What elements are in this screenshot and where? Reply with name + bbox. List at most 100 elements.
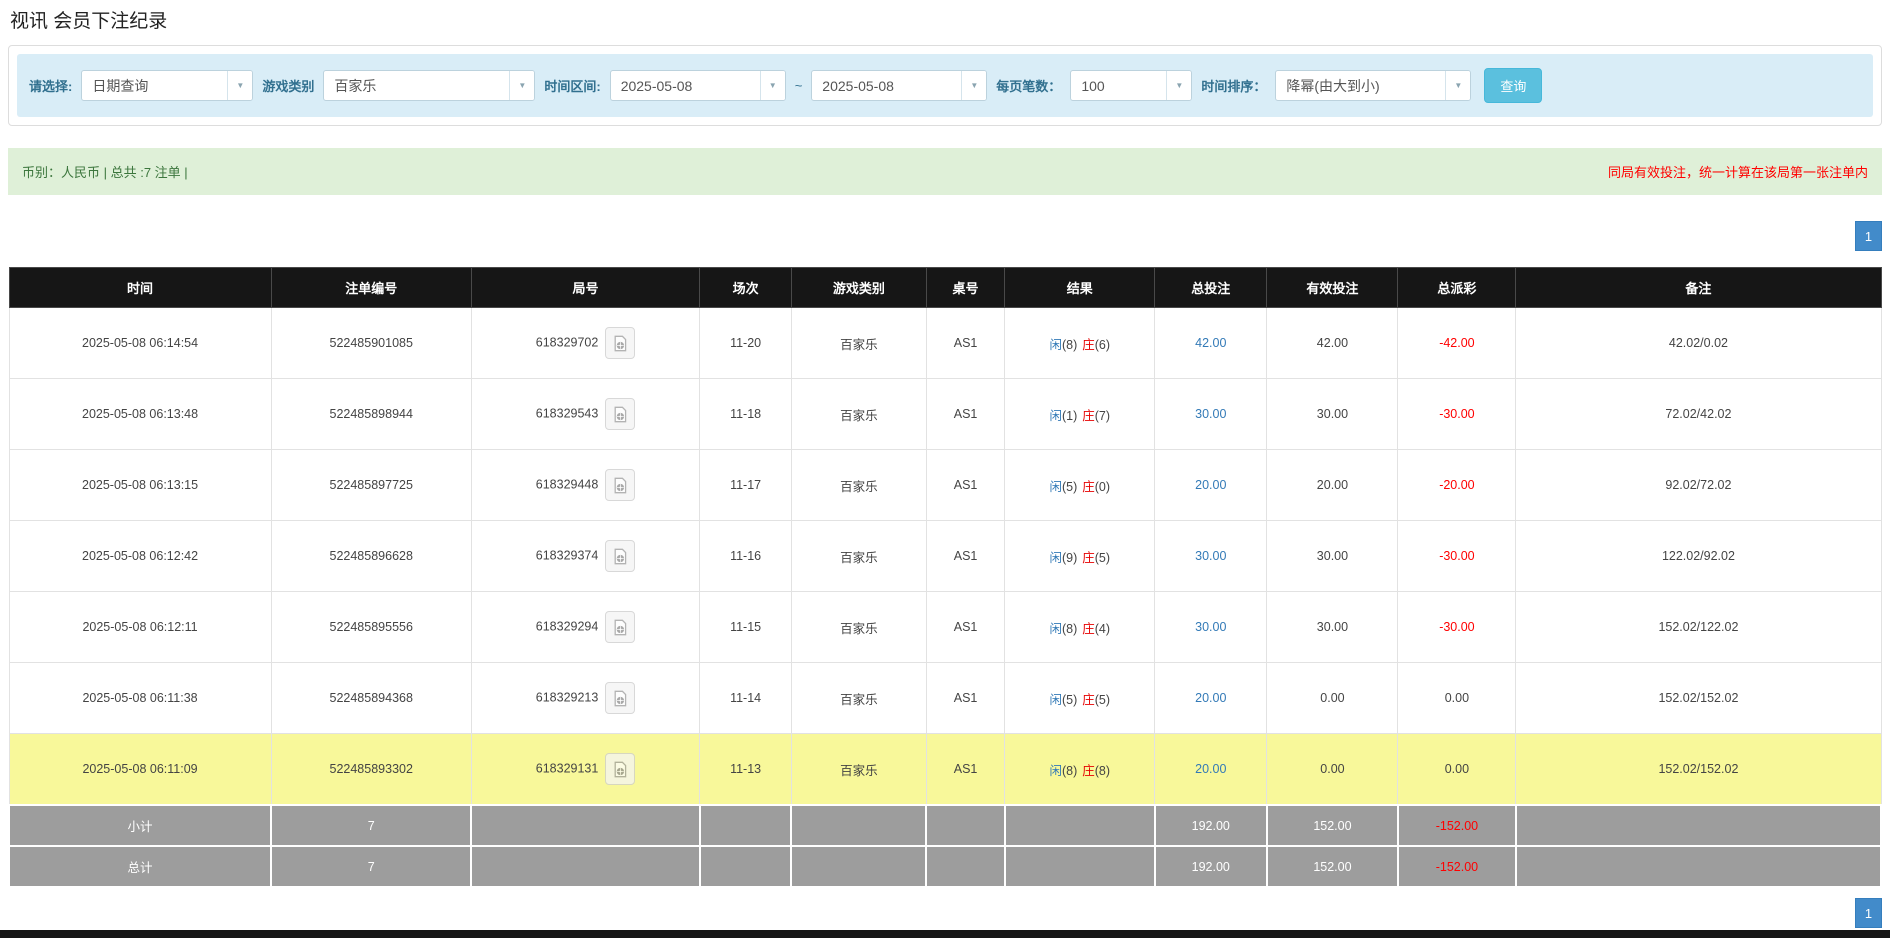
- video-replay-button[interactable]: [605, 469, 636, 501]
- video-replay-button[interactable]: [605, 327, 636, 359]
- cell-time: 2025-05-08 06:14:54: [8, 307, 272, 379]
- total-bet-link[interactable]: 42.00: [1195, 336, 1226, 350]
- summary-currency-count: 币别：人民币 | 总共 :7 注单 |: [22, 165, 188, 180]
- total-bet-link[interactable]: 30.00: [1195, 549, 1226, 563]
- chevron-down-icon: ▼: [1445, 71, 1471, 100]
- cell-game-type: 百家乐: [790, 449, 927, 521]
- date-from-select[interactable]: 2025-05-08 ▼: [609, 70, 786, 101]
- cell-bet-id: 522485894368: [270, 662, 472, 734]
- total-bet-link[interactable]: 30.00: [1195, 620, 1226, 634]
- result-player-score: (8): [1061, 763, 1078, 778]
- date-to-select[interactable]: 2025-05-08 ▼: [811, 70, 988, 101]
- result-banker-label: 庄: [1082, 763, 1095, 778]
- video-replay-button[interactable]: [605, 753, 636, 785]
- footer-count: 7: [270, 845, 473, 888]
- result-player-label: 闲: [1049, 550, 1062, 565]
- total-bet-link[interactable]: 30.00: [1195, 407, 1226, 421]
- video-replay-button[interactable]: [605, 398, 636, 430]
- total-bet-link[interactable]: 20.00: [1195, 478, 1226, 492]
- result-banker-score: (0): [1094, 479, 1111, 494]
- total-bet-link[interactable]: 20.00: [1195, 691, 1226, 705]
- range-separator: ~: [794, 78, 803, 93]
- video-file-icon: [614, 548, 627, 564]
- cell-valid-bet: 30.00: [1266, 591, 1399, 663]
- cell-time: 2025-05-08 06:11:09: [8, 733, 272, 806]
- cell-game-type: 百家乐: [790, 733, 927, 806]
- per-page-label: 每页笔数：: [996, 79, 1062, 94]
- pagination-bottom: 1: [8, 898, 1882, 928]
- per-page-value: 100: [1081, 77, 1105, 94]
- pagination-page-1-bottom[interactable]: 1: [1855, 898, 1882, 928]
- column-header: 时间: [8, 267, 272, 308]
- cell-total-bet: 42.00: [1154, 307, 1268, 379]
- cell-round-id: 618329213: [470, 662, 701, 734]
- result-player-score: (1): [1061, 408, 1078, 423]
- search-button[interactable]: 查询: [1484, 68, 1543, 103]
- result-banker-score: (5): [1094, 550, 1111, 565]
- cell-game-type: 百家乐: [790, 520, 927, 592]
- chevron-down-icon: ▼: [1166, 71, 1192, 100]
- video-file-icon: [614, 690, 627, 706]
- date-from-value: 2025-05-08: [620, 77, 693, 94]
- cell-result: 闲(8) 庄(6): [1004, 307, 1156, 379]
- query-type-select[interactable]: 日期查询 ▼: [81, 70, 254, 101]
- cell-bet-id: 522485897725: [270, 449, 472, 521]
- result-banker-label: 庄: [1082, 408, 1095, 423]
- cell-remark: 152.02/152.02: [1515, 733, 1882, 806]
- round-id-text: 618329374: [535, 548, 599, 563]
- game-type-select[interactable]: 百家乐 ▼: [323, 70, 536, 101]
- pagination-page-1-top[interactable]: 1: [1855, 221, 1882, 251]
- cell-remark: 92.02/72.02: [1515, 449, 1882, 521]
- per-page-select[interactable]: 100 ▼: [1070, 70, 1193, 101]
- cell-bet-id: 522485893302: [270, 733, 472, 806]
- chevron-down-icon: ▼: [961, 71, 987, 100]
- cell-round-id: 618329702: [470, 307, 701, 379]
- cell-total-bet: 30.00: [1154, 378, 1268, 450]
- video-file-icon: [614, 619, 627, 635]
- footer-label: 总计: [7, 845, 273, 888]
- video-file-icon: [614, 761, 627, 777]
- cell-valid-bet: 20.00: [1266, 449, 1399, 521]
- cell-time: 2025-05-08 06:13:15: [8, 449, 272, 521]
- video-replay-button[interactable]: [605, 682, 636, 714]
- cell-remark: 122.02/92.02: [1515, 520, 1882, 592]
- footer-total-bet: 192.00: [1153, 804, 1268, 847]
- cell-remark: 42.02/0.02: [1515, 307, 1882, 379]
- footer-count: 7: [270, 804, 473, 847]
- result-banker-label: 庄: [1082, 621, 1095, 636]
- cell-total-bet: 30.00: [1154, 520, 1268, 592]
- video-replay-button[interactable]: [605, 611, 636, 643]
- cell-time: 2025-05-08 06:13:48: [8, 378, 272, 450]
- cell-round-id: 618329543: [470, 378, 701, 450]
- result-banker-label: 庄: [1082, 479, 1095, 494]
- video-replay-button[interactable]: [605, 540, 636, 572]
- video-file-icon: [614, 335, 627, 351]
- cell-payout: -20.00: [1397, 449, 1517, 521]
- table-head: 时间 注单编号 局号 场次 游戏类别 桌号 结果 总投注 有效投注 总派彩 备注: [8, 267, 1882, 308]
- sort-order-select[interactable]: 降幂(由大到小) ▼: [1275, 70, 1472, 101]
- result-banker-score: (6): [1094, 337, 1111, 352]
- cell-session: 11-20: [699, 307, 792, 379]
- cell-result: 闲(1) 庄(7): [1004, 378, 1156, 450]
- result-player-score: (8): [1061, 621, 1078, 636]
- cell-remark: 72.02/42.02: [1515, 378, 1882, 450]
- footer-total-bet: 192.00: [1153, 845, 1268, 888]
- total-bet-link[interactable]: 20.00: [1195, 762, 1226, 776]
- result-player-label: 闲: [1049, 621, 1062, 636]
- query-type-value: 日期查询: [92, 77, 149, 94]
- cell-result: 闲(5) 庄(5): [1004, 662, 1156, 734]
- next-table-header-bar: [0, 930, 1890, 938]
- sort-order-value: 降幂(由大到小): [1286, 77, 1380, 94]
- cell-payout: -30.00: [1397, 591, 1517, 663]
- round-id-text: 618329131: [535, 761, 599, 776]
- column-header: 场次: [699, 267, 792, 308]
- result-player-score: (5): [1061, 479, 1078, 494]
- result-banker-score: (4): [1094, 621, 1111, 636]
- cell-session: 11-14: [699, 662, 792, 734]
- column-header: 结果: [1004, 267, 1156, 308]
- footer-label: 小计: [7, 804, 273, 847]
- chevron-down-icon: ▼: [509, 71, 535, 100]
- footer-valid-bet: 152.00: [1265, 804, 1399, 847]
- footer-valid-bet: 152.00: [1265, 845, 1399, 888]
- cell-total-bet: 20.00: [1154, 449, 1268, 521]
